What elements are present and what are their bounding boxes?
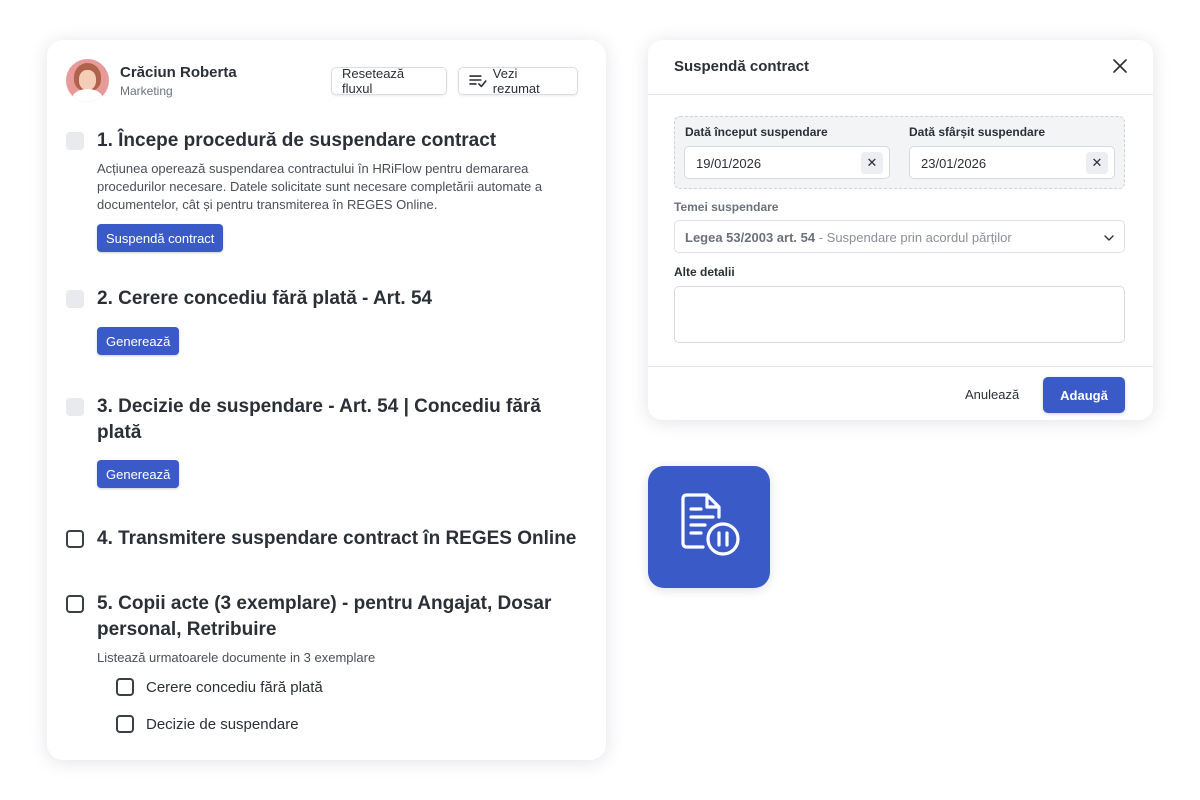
- step-title: 1. Începe procedură de suspendare contra…: [97, 130, 497, 151]
- step-description: Listează urmatoarele documente in 3 exem…: [97, 650, 376, 665]
- reason-select[interactable]: Legea 53/2003 art. 54 - Suspendare prin …: [674, 220, 1125, 253]
- step-description: Acțiunea operează suspendarea contractul…: [97, 161, 543, 212]
- step-title: 3. Decizie de suspendare - Art. 54 | Con…: [97, 396, 541, 443]
- clear-end-date-button[interactable]: ✕: [1086, 152, 1108, 174]
- subitem-checkbox[interactable]: [116, 678, 134, 696]
- avatar: [66, 59, 109, 102]
- generate-decision-button[interactable]: Generează: [97, 460, 180, 488]
- employee-profile: Crăciun Roberta Marketing: [66, 59, 237, 102]
- view-summary-button[interactable]: Vezi rezumat: [458, 66, 578, 96]
- document-pause-tile: [648, 466, 770, 588]
- divider: [648, 366, 1153, 367]
- view-summary-label: Vezi rezumat: [492, 66, 540, 96]
- subitem-label: Decizie de suspendare: [146, 715, 299, 733]
- end-date-value: 23/01/2026: [921, 156, 987, 171]
- step-checkbox: [66, 398, 84, 416]
- divider: [648, 94, 1153, 95]
- step-checkbox[interactable]: [66, 530, 84, 548]
- start-date-label: Dată început suspendare: [685, 125, 828, 139]
- end-date-label: Dată sfârșit suspendare: [909, 125, 1046, 139]
- document-pause-icon: [681, 493, 740, 556]
- start-date-input[interactable]: 19/01/2026 ✕: [684, 146, 890, 179]
- details-label: Alte detalii: [674, 265, 735, 279]
- suspend-contract-button[interactable]: Suspendă contract: [97, 224, 224, 252]
- chevron-down-icon: [1104, 235, 1114, 241]
- step-title: 5. Copii acte (3 exemplare) - pentru Ang…: [97, 593, 552, 640]
- generate-leave-request-button[interactable]: Generează: [97, 327, 180, 355]
- step-checkbox: [66, 290, 84, 308]
- workflow-card: Crăciun Roberta Marketing Resetează flux…: [47, 40, 606, 760]
- list-item[interactable]: Cerere concediu fără plată: [116, 678, 323, 696]
- employee-name: Crăciun Roberta: [120, 63, 237, 81]
- step-checkbox[interactable]: [66, 595, 84, 613]
- list-check-icon: [469, 75, 487, 88]
- reset-flow-button[interactable]: Resetează fluxul: [331, 66, 447, 96]
- step-title: 4. Transmitere suspendare contract în RE…: [97, 528, 577, 549]
- clear-start-date-button[interactable]: ✕: [861, 152, 883, 174]
- end-date-input[interactable]: 23/01/2026 ✕: [909, 146, 1115, 179]
- add-button[interactable]: Adaugă: [1043, 377, 1125, 413]
- reason-label: Temei suspendare: [674, 200, 779, 214]
- step-checkbox: [66, 132, 84, 150]
- step-title: 2. Cerere concediu fără plată - Art. 54: [97, 288, 433, 309]
- suspend-contract-dialog: Suspendă contract Dată început suspendar…: [648, 40, 1153, 420]
- close-icon[interactable]: [1111, 57, 1129, 75]
- date-range-group: Dată început suspendare Dată sfârșit sus…: [674, 116, 1125, 189]
- subitem-label: Cerere concediu fără plată: [146, 678, 323, 696]
- details-textarea[interactable]: [674, 286, 1125, 343]
- employee-department: Marketing: [120, 83, 173, 98]
- subitem-checkbox[interactable]: [116, 715, 134, 733]
- reason-value-law: Legea 53/2003 art. 54: [685, 230, 816, 245]
- cancel-button[interactable]: Anulează: [965, 387, 1019, 402]
- dialog-title: Suspendă contract: [674, 58, 810, 75]
- start-date-value: 19/01/2026: [696, 156, 762, 171]
- reason-value-description: - Suspendare prin acordul părților: [815, 230, 1012, 245]
- list-item[interactable]: Decizie de suspendare: [116, 715, 299, 733]
